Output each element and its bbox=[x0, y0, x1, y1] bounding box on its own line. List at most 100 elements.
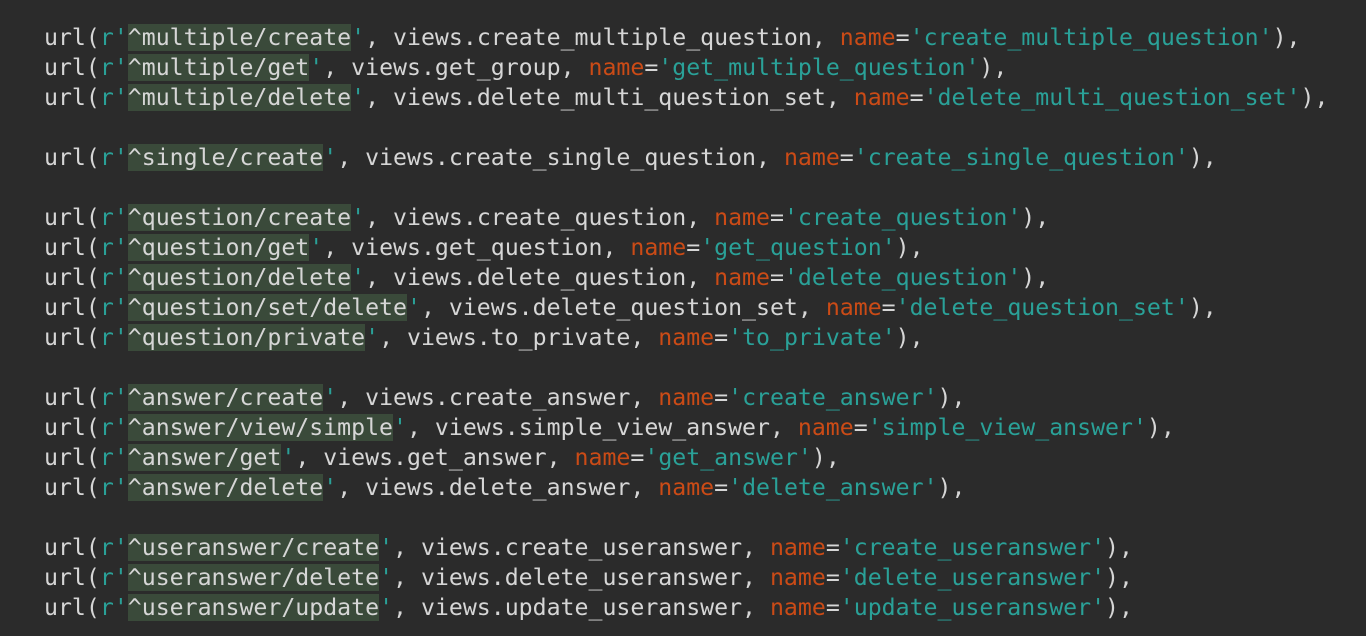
close-quote: ' bbox=[1174, 144, 1189, 171]
view-function: delete_useranswer bbox=[504, 564, 743, 591]
code-line[interactable]: url(r'^useranswer/update', views.update_… bbox=[44, 593, 1328, 623]
views-module: views. bbox=[393, 264, 477, 291]
close-quote: ' bbox=[923, 384, 938, 411]
view-function: create_answer bbox=[448, 384, 631, 411]
comma: , bbox=[365, 264, 394, 291]
comma: , bbox=[797, 294, 826, 321]
open-quote: ' bbox=[728, 324, 743, 351]
open-quote: ' bbox=[113, 54, 128, 81]
open-quote: ' bbox=[867, 414, 882, 441]
name-keyword: name bbox=[769, 534, 826, 561]
close-paren: ), bbox=[1021, 264, 1050, 291]
code-line[interactable]: url(r'^question/set/delete', views.delet… bbox=[44, 293, 1328, 323]
url-pattern: ^answer/delete bbox=[127, 474, 324, 501]
view-function: simple_view_answer bbox=[518, 414, 770, 441]
url-call: url( bbox=[44, 264, 100, 291]
url-call: url( bbox=[44, 414, 100, 441]
open-quote: ' bbox=[728, 474, 743, 501]
code-line[interactable]: url(r'^answer/view/simple', views.simple… bbox=[44, 413, 1328, 443]
close-quote: ' bbox=[365, 324, 380, 351]
url-call: url( bbox=[44, 564, 100, 591]
route-name: simple_view_answer bbox=[881, 414, 1133, 441]
code-line[interactable]: url(r'^answer/delete', views.delete_answ… bbox=[44, 473, 1328, 503]
equals-sign: = bbox=[825, 534, 840, 561]
views-module: views. bbox=[420, 564, 505, 591]
close-paren: ), bbox=[937, 384, 966, 411]
close-quote: ' bbox=[1286, 84, 1301, 111]
code-editor[interactable]: url(r'^multiple/create', views.create_mu… bbox=[0, 0, 1366, 636]
url-pattern: ^answer/view/simple bbox=[127, 414, 394, 441]
code-line[interactable]: url(r'^question/delete', views.delete_qu… bbox=[44, 263, 1328, 293]
raw-string-prefix: r bbox=[99, 564, 114, 591]
url-call: url( bbox=[44, 144, 100, 171]
view-function: delete_question bbox=[476, 264, 687, 291]
open-quote: ' bbox=[113, 144, 128, 171]
raw-string-prefix: r bbox=[99, 144, 114, 171]
name-keyword: name bbox=[574, 444, 631, 471]
comma: , bbox=[365, 84, 394, 111]
close-quote: ' bbox=[379, 594, 394, 621]
close-quote: ' bbox=[351, 204, 366, 231]
route-name: update_useranswer bbox=[853, 594, 1092, 621]
close-paren: ), bbox=[1105, 594, 1133, 621]
raw-string-prefix: r bbox=[99, 294, 114, 321]
code-line[interactable]: url(r'^multiple/delete', views.delete_mu… bbox=[44, 83, 1328, 113]
route-name: delete_useranswer bbox=[853, 564, 1092, 591]
close-quote: ' bbox=[309, 234, 324, 261]
views-module: views. bbox=[365, 144, 449, 171]
raw-string-prefix: r bbox=[99, 204, 114, 231]
close-quote: ' bbox=[379, 534, 394, 561]
code-line[interactable]: url(r'^useranswer/create', views.create_… bbox=[44, 533, 1328, 563]
comma: , bbox=[756, 144, 784, 171]
equals-sign: = bbox=[839, 144, 854, 171]
equals-sign: = bbox=[714, 384, 729, 411]
close-quote: ' bbox=[923, 474, 938, 501]
url-call: url( bbox=[44, 54, 100, 81]
route-name: create_multiple_question bbox=[923, 24, 1259, 51]
comma: , bbox=[686, 264, 715, 291]
views-module: views. bbox=[434, 414, 519, 441]
view-function: delete_question_set bbox=[532, 294, 798, 321]
raw-string-prefix: r bbox=[99, 414, 114, 441]
route-name: create_answer bbox=[742, 384, 924, 411]
code-line[interactable]: url(r'^question/create', views.create_qu… bbox=[44, 203, 1328, 233]
code-line[interactable]: url(r'^useranswer/delete', views.delete_… bbox=[44, 563, 1328, 593]
close-quote: ' bbox=[406, 294, 421, 321]
code-line[interactable]: url(r'^question/private', views.to_priva… bbox=[44, 323, 1328, 353]
url-pattern: ^question/private bbox=[127, 324, 366, 351]
code-line[interactable]: url(r'^answer/get', views.get_answer, na… bbox=[44, 443, 1328, 473]
url-call: url( bbox=[44, 474, 100, 501]
close-paren: ), bbox=[895, 324, 924, 351]
equals-sign: = bbox=[644, 54, 659, 81]
comma: , bbox=[365, 24, 394, 51]
views-module: views. bbox=[393, 24, 477, 51]
name-keyword: name bbox=[839, 24, 896, 51]
comma: , bbox=[323, 54, 352, 81]
url-pattern: ^multiple/get bbox=[127, 54, 310, 81]
route-name: delete_question bbox=[797, 264, 1008, 291]
close-quote: ' bbox=[309, 54, 324, 81]
equals-sign: = bbox=[714, 474, 729, 501]
url-pattern: ^question/set/delete bbox=[127, 294, 407, 321]
comma: , bbox=[323, 234, 352, 261]
code-line[interactable]: url(r'^question/get', views.get_question… bbox=[44, 233, 1328, 263]
comma: , bbox=[630, 474, 659, 501]
open-quote: ' bbox=[113, 414, 128, 441]
code-line[interactable]: url(r'^single/create', views.create_sing… bbox=[44, 143, 1328, 173]
open-quote: ' bbox=[113, 384, 128, 411]
close-quote: ' bbox=[1007, 204, 1022, 231]
code-line[interactable]: url(r'^multiple/get', views.get_group, n… bbox=[44, 53, 1328, 83]
close-paren: ), bbox=[1021, 204, 1050, 231]
open-quote: ' bbox=[700, 234, 715, 261]
close-quote: ' bbox=[351, 84, 366, 111]
route-name: create_single_question bbox=[867, 144, 1175, 171]
name-keyword: name bbox=[797, 414, 854, 441]
view-function: update_useranswer bbox=[504, 594, 743, 621]
open-quote: ' bbox=[783, 204, 798, 231]
code-line[interactable]: url(r'^multiple/create', views.create_mu… bbox=[44, 23, 1328, 53]
url-call: url( bbox=[44, 384, 100, 411]
close-paren: ), bbox=[1188, 294, 1217, 321]
code-line[interactable]: url(r'^answer/create', views.create_answ… bbox=[44, 383, 1328, 413]
